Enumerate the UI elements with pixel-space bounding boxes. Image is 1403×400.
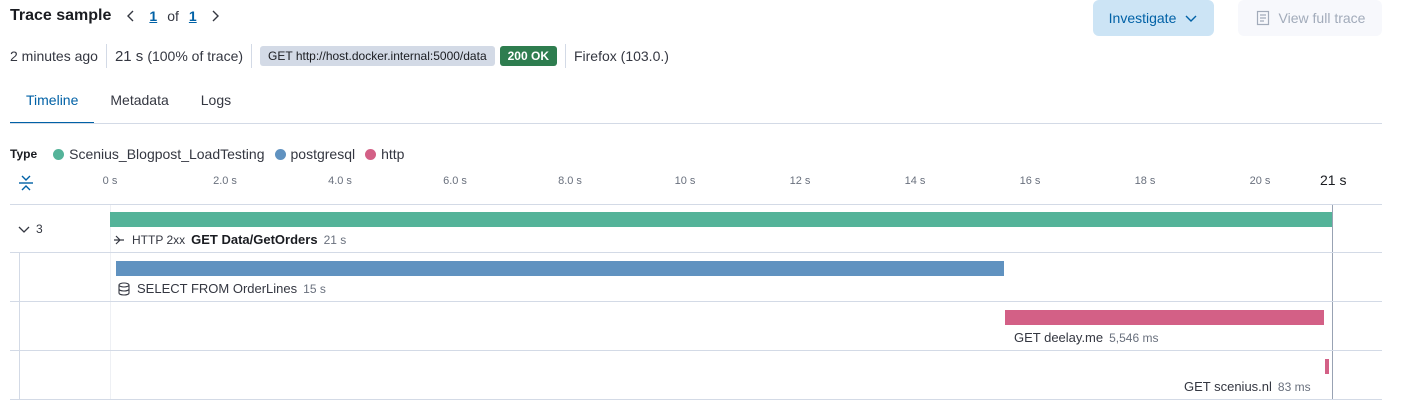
timestamp: 2 minutes ago bbox=[10, 48, 98, 64]
divider bbox=[564, 44, 566, 68]
tab-bar: Timeline Metadata Logs bbox=[10, 80, 247, 124]
span-duration: 5,546 ms bbox=[1109, 330, 1159, 345]
span-label-scenius: GET scenius.nl 83 ms bbox=[1184, 379, 1311, 394]
chevron-down-icon bbox=[1185, 15, 1197, 22]
axis-tick: 16 s bbox=[1019, 175, 1041, 187]
divider bbox=[105, 44, 107, 68]
span-duration: 21 s bbox=[323, 232, 347, 247]
axis-tick: 20 s bbox=[1249, 175, 1271, 187]
span-bar-deelay[interactable] bbox=[1005, 310, 1324, 325]
page-title: Trace sample bbox=[10, 7, 112, 24]
axis-tick: 12 s bbox=[789, 175, 811, 187]
axis-tick: 4.0 s bbox=[328, 175, 352, 187]
span-label-deelay: GET deelay.me 5,546 ms bbox=[1014, 330, 1158, 345]
waterfall-row[interactable] bbox=[10, 351, 1382, 400]
axis-end-label: 21 s bbox=[1320, 172, 1347, 188]
database-icon bbox=[118, 281, 130, 296]
span-bar-scenius[interactable] bbox=[1325, 359, 1329, 374]
duration-percent: (100% of trace) bbox=[147, 48, 244, 64]
legend-item-label: Scenius_Blogpost_LoadTesting bbox=[69, 146, 265, 162]
tab-timeline[interactable]: Timeline bbox=[10, 80, 95, 124]
expand-toggle[interactable]: 3 bbox=[18, 222, 43, 236]
tab-metadata[interactable]: Metadata bbox=[94, 80, 184, 124]
legend-label: Type bbox=[10, 147, 38, 161]
legend-item: Scenius_Blogpost_LoadTesting bbox=[53, 146, 265, 162]
user-agent: Firefox (103.0.) bbox=[573, 48, 669, 64]
axis-tick: 18 s bbox=[1134, 175, 1156, 187]
row-gutter bbox=[19, 253, 20, 301]
status-badge: 200 OK bbox=[499, 46, 557, 66]
chevron-right-icon[interactable] bbox=[207, 8, 223, 24]
span-label-postgresql: SELECT FROM OrderLines 15 s bbox=[117, 281, 326, 296]
span-name: SELECT FROM OrderLines bbox=[137, 281, 298, 296]
tab-logs[interactable]: Logs bbox=[185, 80, 247, 124]
merge-icon bbox=[114, 235, 124, 244]
duration: 21 s bbox=[114, 47, 144, 65]
axis-tick: 10 s bbox=[674, 175, 696, 187]
legend-item: postgresql bbox=[274, 146, 356, 162]
chevron-down-icon bbox=[18, 226, 30, 233]
trace-meta: 2 minutes ago 21 s (100% of trace) GET h… bbox=[10, 44, 669, 68]
chevron-left-icon[interactable] bbox=[123, 8, 139, 24]
span-name: GET Data/GetOrders bbox=[191, 232, 318, 247]
investigate-label: Investigate bbox=[1108, 10, 1177, 26]
view-full-trace-label: View full trace bbox=[1278, 10, 1366, 26]
divider bbox=[251, 44, 253, 68]
legend-dot bbox=[365, 148, 377, 160]
trace-sample-header: Trace sample 1 of 1 bbox=[10, 0, 223, 32]
investigate-button[interactable]: Investigate bbox=[1093, 0, 1214, 36]
request-badge: GET http://host.docker.internal:5000/dat… bbox=[260, 46, 495, 66]
pagination: 1 of 1 bbox=[121, 8, 222, 24]
span-name: GET deelay.me bbox=[1014, 330, 1104, 345]
axis-tick: 8.0 s bbox=[558, 175, 582, 187]
row-gutter bbox=[19, 351, 20, 399]
pager-of-label: of bbox=[167, 8, 179, 24]
span-type-label: HTTP 2xx bbox=[132, 232, 186, 247]
type-legend: Type Scenius_Blogpost_LoadTesting postgr… bbox=[10, 146, 414, 162]
tabs-divider bbox=[10, 123, 1382, 124]
current-page-link[interactable]: 1 bbox=[149, 8, 157, 24]
legend-dot bbox=[274, 148, 286, 160]
time-axis: 0 s 2.0 s 4.0 s 6.0 s 8.0 s 10 s 12 s 14… bbox=[0, 170, 1403, 194]
row-gutter bbox=[19, 302, 20, 350]
span-name: GET scenius.nl bbox=[1184, 379, 1272, 394]
span-label-root: HTTP 2xx GET Data/GetOrders 21 s bbox=[112, 232, 346, 247]
legend-item: http bbox=[365, 146, 404, 162]
axis-tick: 6.0 s bbox=[443, 175, 467, 187]
legend-item-label: postgresql bbox=[290, 146, 356, 162]
legend-item-label: http bbox=[381, 146, 405, 162]
axis-tick: 2.0 s bbox=[213, 175, 237, 187]
span-bar-postgresql[interactable] bbox=[116, 261, 1004, 276]
child-count: 3 bbox=[36, 222, 43, 236]
axis-tick: 14 s bbox=[904, 175, 926, 187]
legend-dot bbox=[53, 148, 65, 160]
document-icon bbox=[1256, 10, 1269, 26]
view-full-trace-button[interactable]: View full trace bbox=[1238, 0, 1382, 36]
span-duration: 83 ms bbox=[1277, 379, 1311, 394]
span-duration: 15 s bbox=[303, 281, 326, 296]
axis-tick: 0 s bbox=[102, 175, 118, 187]
total-pages-link[interactable]: 1 bbox=[189, 8, 197, 24]
span-bar-root[interactable] bbox=[110, 212, 1332, 227]
